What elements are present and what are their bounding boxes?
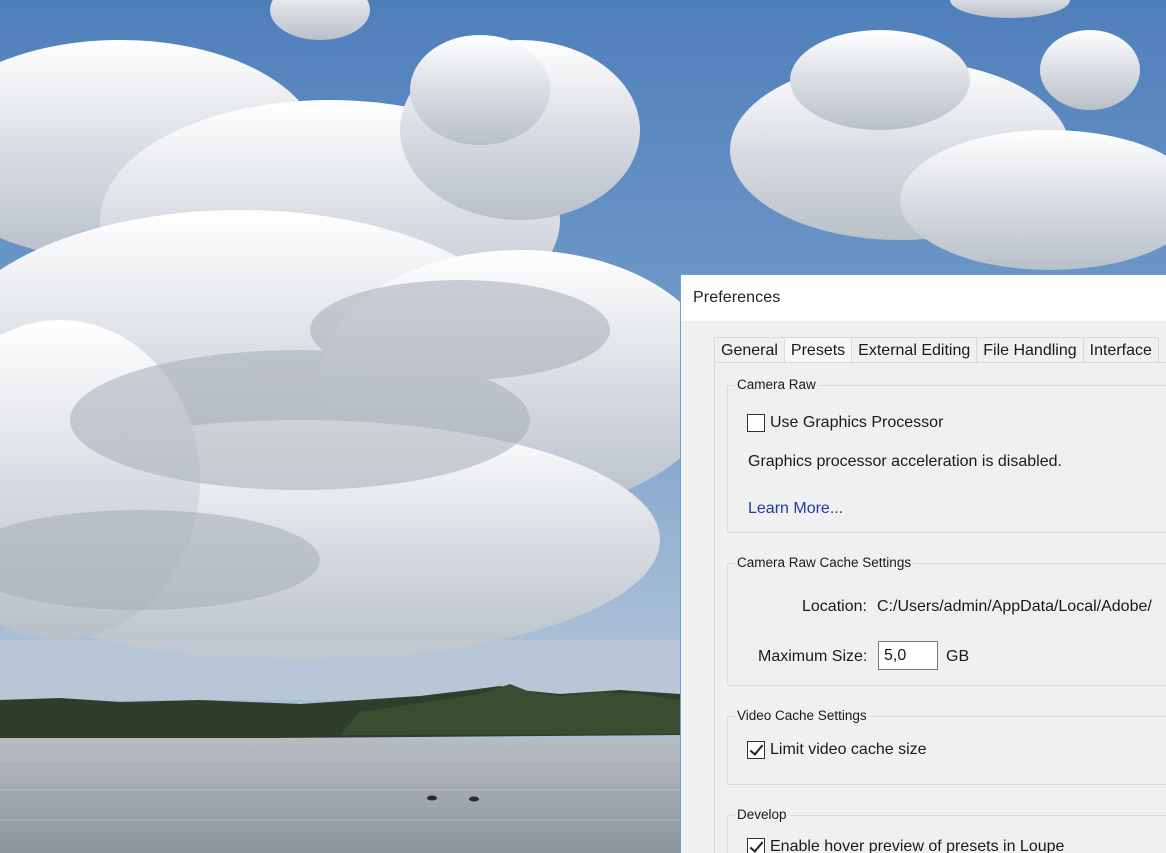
tab-presets[interactable]: Presets	[783, 337, 853, 363]
camera-raw-heading: Camera Raw	[735, 377, 818, 392]
use-gpu-label: Use Graphics Processor	[770, 414, 944, 431]
hover-preview-checkbox[interactable]	[747, 838, 765, 853]
learn-more-link[interactable]: Learn More...	[748, 500, 843, 518]
location-value: C:/Users/admin/AppData/Local/Adobe/	[877, 598, 1152, 615]
tab-general[interactable]: General	[714, 337, 785, 363]
window-title: Preferences	[693, 289, 781, 306]
limit-video-cache-label: Limit video cache size	[770, 741, 927, 758]
video-cache-group: Video Cache Settings Limit video cache s…	[727, 708, 1166, 785]
gpu-status-text: Graphics processor acceleration is disab…	[748, 453, 1062, 470]
develop-heading: Develop	[735, 807, 789, 822]
cache-settings-heading: Camera Raw Cache Settings	[735, 555, 914, 570]
title-bar[interactable]: Preferences	[681, 275, 1166, 321]
tab-file-handling[interactable]: File Handling	[976, 337, 1084, 363]
tab-strip: General Presets External Editing File Ha…	[714, 337, 1159, 363]
cache-settings-group: Camera Raw Cache Settings Location: C:/U…	[727, 555, 1166, 686]
hover-preview-option[interactable]: Enable hover preview of presets in Loupe	[747, 838, 1064, 853]
develop-group: Develop Enable hover preview of presets …	[727, 807, 1166, 853]
tab-interface[interactable]: Interface	[1082, 337, 1159, 363]
tab-external-editing[interactable]: External Editing	[851, 337, 978, 363]
limit-video-cache-option[interactable]: Limit video cache size	[747, 741, 927, 759]
video-cache-heading: Video Cache Settings	[735, 708, 869, 723]
hover-preview-label: Enable hover preview of presets in Loupe	[770, 838, 1065, 853]
max-size-unit: GB	[946, 648, 970, 665]
limit-video-cache-checkbox[interactable]	[747, 741, 765, 759]
use-gpu-option[interactable]: Use Graphics Processor	[747, 414, 943, 432]
max-size-input[interactable]	[878, 641, 938, 670]
preferences-window: Preferences General Presets External Edi…	[680, 274, 1166, 853]
location-label: Location:	[802, 598, 867, 615]
max-size-label: Maximum Size:	[758, 648, 868, 665]
camera-raw-group: Camera Raw Use Graphics Processor Graphi…	[727, 377, 1166, 533]
use-gpu-checkbox[interactable]	[747, 414, 765, 432]
